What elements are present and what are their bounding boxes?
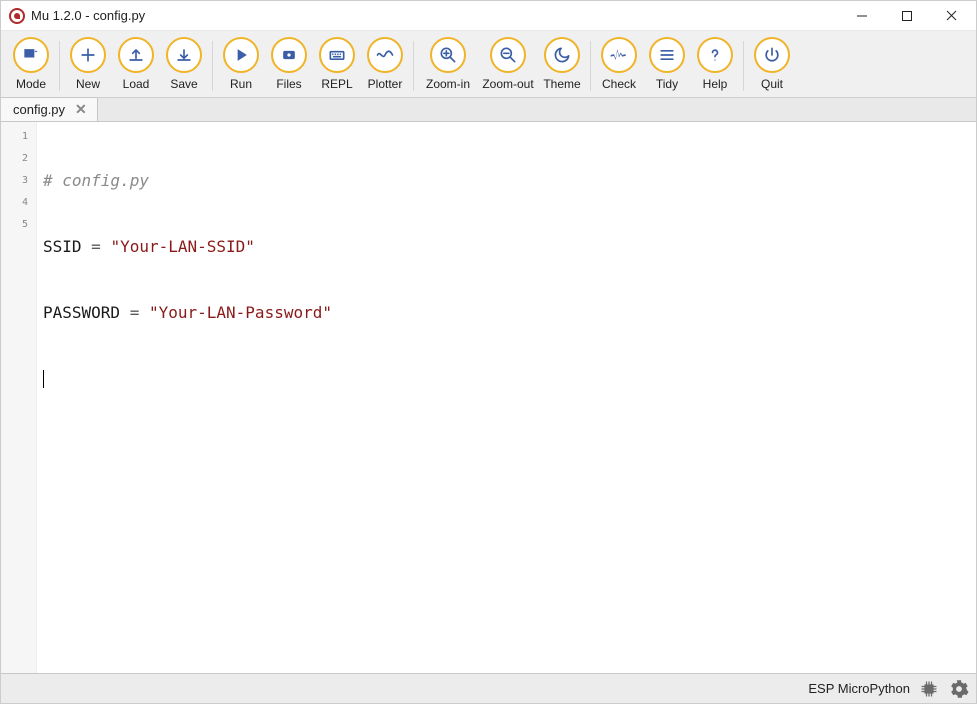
plotter-button[interactable]: Plotter (361, 37, 409, 95)
line-number: 2 (1, 148, 36, 170)
new-button[interactable]: New (64, 37, 112, 95)
power-icon (754, 37, 790, 73)
close-button[interactable] (929, 1, 974, 31)
theme-icon (544, 37, 580, 73)
check-button[interactable]: Check (595, 37, 643, 95)
keyboard-icon (319, 37, 355, 73)
save-button[interactable]: Save (160, 37, 208, 95)
zoom-in-button[interactable]: Zoom-in (418, 37, 478, 95)
tabbar: config.py ✕ (1, 98, 976, 122)
line-number: 3 (1, 170, 36, 192)
help-icon (697, 37, 733, 73)
app-icon (9, 8, 25, 24)
code-ident: PASSWORD (43, 303, 120, 322)
plus-icon (70, 37, 106, 73)
line-number: 4 (1, 192, 36, 214)
check-icon (601, 37, 637, 73)
load-button[interactable]: Load (112, 37, 160, 95)
status-mode: ESP MicroPython (808, 681, 910, 696)
zoom-out-button[interactable]: Zoom-out (478, 37, 538, 95)
code-ident: SSID (43, 237, 82, 256)
chip-icon[interactable] (918, 678, 940, 700)
tab-close-icon[interactable]: ✕ (75, 101, 87, 118)
code-comment: # config.py (43, 171, 149, 190)
line-number: 1 (1, 126, 36, 148)
run-button[interactable]: Run (217, 37, 265, 95)
titlebar: Mu 1.2.0 - config.py (1, 1, 976, 31)
toolbar: Mode New Load Save Run Files R (1, 31, 976, 98)
mode-button[interactable]: Mode (7, 37, 55, 95)
files-icon (271, 37, 307, 73)
gear-icon[interactable] (948, 678, 970, 700)
theme-button[interactable]: Theme (538, 37, 586, 95)
tidy-icon (649, 37, 685, 73)
editor[interactable]: 1 2 3 4 5 # config.py SSID = "Your-LAN-S… (1, 122, 976, 673)
download-icon (166, 37, 202, 73)
plotter-icon (367, 37, 403, 73)
tab-label: config.py (13, 102, 65, 117)
gutter: 1 2 3 4 5 (1, 122, 37, 673)
tidy-button[interactable]: Tidy (643, 37, 691, 95)
zoom-in-icon (430, 37, 466, 73)
quit-button[interactable]: Quit (748, 37, 796, 95)
code-string: "Your-LAN-Password" (149, 303, 332, 322)
play-icon (223, 37, 259, 73)
tab-config[interactable]: config.py ✕ (1, 97, 98, 121)
mode-icon (13, 37, 49, 73)
line-number: 5 (1, 214, 36, 236)
maximize-button[interactable] (884, 1, 929, 31)
code-area[interactable]: # config.py SSID = "Your-LAN-SSID" PASSW… (37, 122, 976, 673)
caret (43, 370, 44, 388)
help-button[interactable]: Help (691, 37, 739, 95)
window-title: Mu 1.2.0 - config.py (31, 8, 145, 23)
minimize-button[interactable] (839, 1, 884, 31)
upload-icon (118, 37, 154, 73)
code-string: "Your-LAN-SSID" (110, 237, 255, 256)
files-button[interactable]: Files (265, 37, 313, 95)
zoom-out-icon (490, 37, 526, 73)
statusbar: ESP MicroPython (1, 673, 976, 703)
repl-button[interactable]: REPL (313, 37, 361, 95)
